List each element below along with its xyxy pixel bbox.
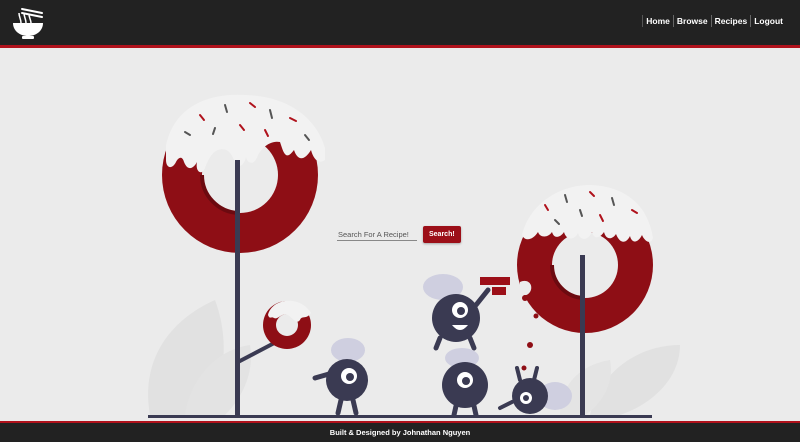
search-button[interactable]: Search! bbox=[423, 226, 461, 243]
recipe-search-input[interactable] bbox=[337, 228, 417, 241]
creature-left bbox=[312, 338, 368, 416]
recipe-search-form: Search! bbox=[337, 226, 461, 243]
creature-fallen bbox=[498, 366, 572, 414]
nav-home-link[interactable]: Home bbox=[642, 15, 673, 27]
noodle-bowl-icon[interactable] bbox=[10, 5, 46, 41]
creature-bottom bbox=[442, 348, 488, 418]
nav-links: Home Browse Recipes Logout bbox=[642, 15, 786, 27]
creature-top bbox=[423, 274, 510, 351]
nav-logout-link[interactable]: Logout bbox=[750, 15, 786, 27]
footer: Built & Designed by Johnathan Nguyen bbox=[0, 423, 800, 442]
footer-credit: Built & Designed by Johnathan Nguyen bbox=[329, 428, 471, 437]
nav-recipes-link[interactable]: Recipes bbox=[710, 15, 751, 27]
top-navbar: Home Browse Recipes Logout bbox=[0, 0, 800, 45]
nav-browse-link[interactable]: Browse bbox=[672, 15, 711, 27]
